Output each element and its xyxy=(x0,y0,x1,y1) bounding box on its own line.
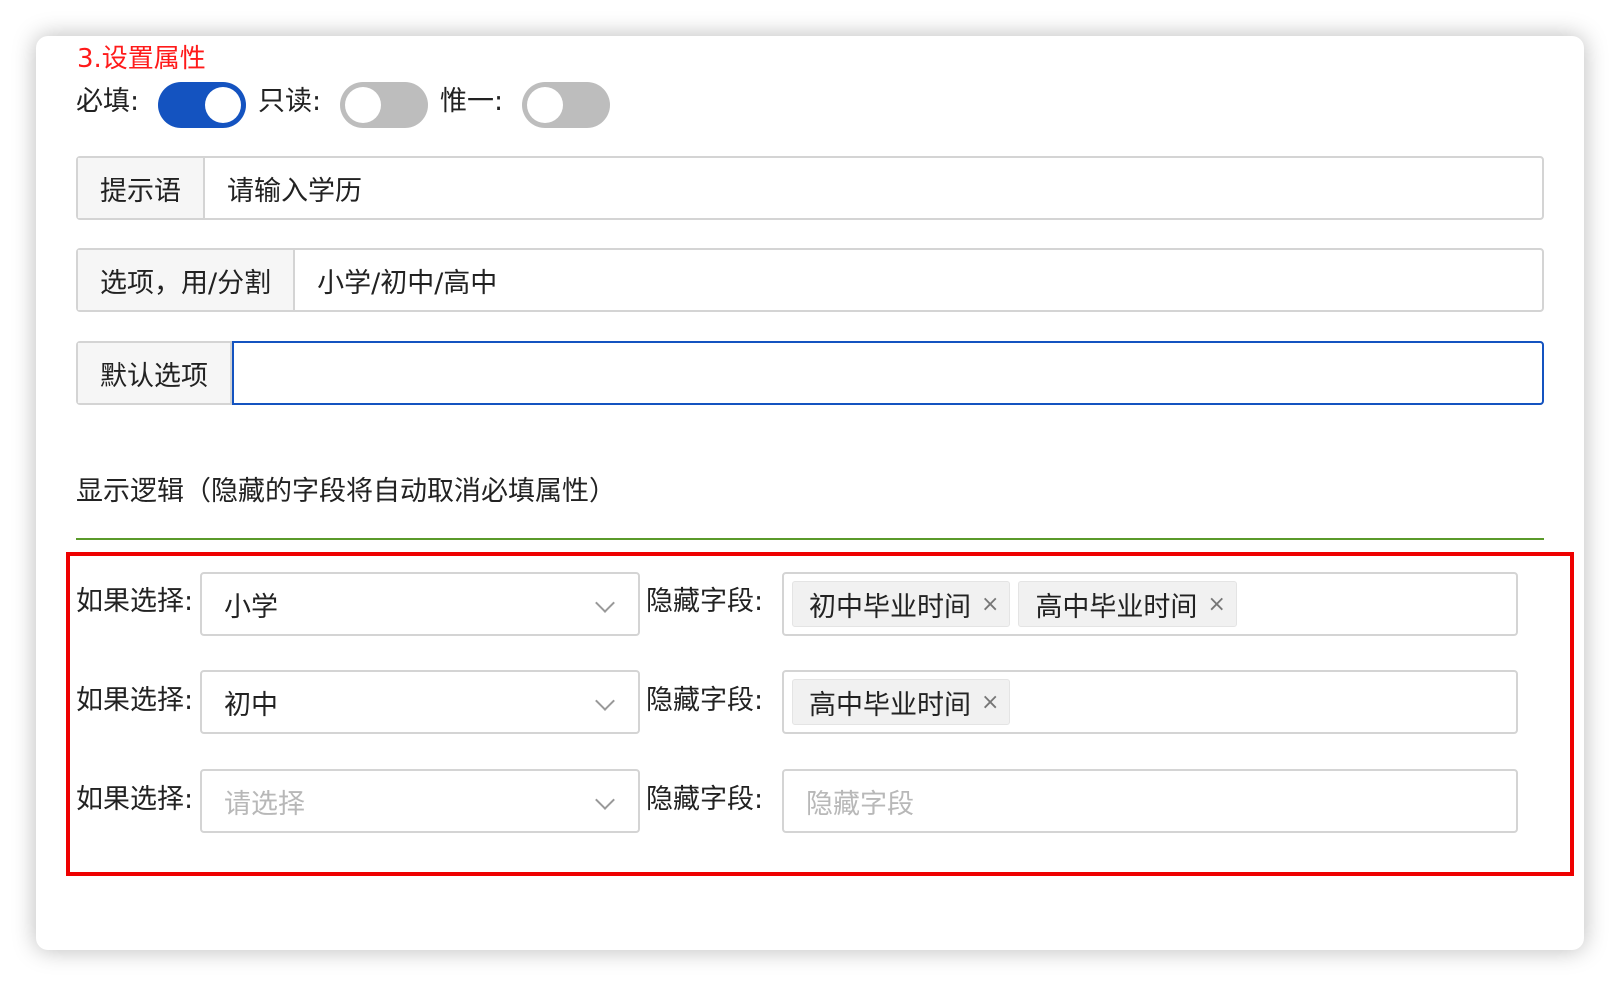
rule-select-value: 小学 xyxy=(224,591,278,623)
chevron-down-icon xyxy=(595,691,615,711)
close-icon[interactable]: × xyxy=(981,592,999,617)
readonly-label: 只读: xyxy=(258,86,322,117)
options-input[interactable]: 小学/初中/高中 xyxy=(295,250,1542,310)
rule-select-value: 初中 xyxy=(224,689,278,721)
rule-hide-label: 隐藏字段: xyxy=(646,784,764,815)
rule-select[interactable]: 初中 xyxy=(200,670,640,734)
hidden-fields-select[interactable]: 初中毕业时间 × 高中毕业时间 × xyxy=(782,572,1518,636)
rule-if-label: 如果选择: xyxy=(76,784,194,815)
close-icon[interactable]: × xyxy=(1207,592,1225,617)
rule-select[interactable]: 请选择 xyxy=(200,769,640,833)
hidden-field-tag: 高中毕业时间 × xyxy=(1018,581,1237,627)
rule-hide-label: 隐藏字段: xyxy=(646,586,764,617)
hidden-fields-placeholder: 隐藏字段 xyxy=(806,788,914,820)
hidden-fields-select[interactable]: 隐藏字段 xyxy=(782,769,1518,833)
section-title: 3.设置属性 xyxy=(77,44,206,74)
rule-hide-label: 隐藏字段: xyxy=(646,685,764,716)
unique-label: 惟一: xyxy=(440,86,504,117)
hidden-fields-select[interactable]: 高中毕业时间 × xyxy=(782,670,1518,734)
toggle-knob xyxy=(527,87,563,123)
options-label: 选项，用/分割 xyxy=(78,250,296,310)
options-field-group: 选项，用/分割 小学/初中/高中 xyxy=(76,248,1544,312)
rule-select-placeholder: 请选择 xyxy=(224,788,305,820)
toggle-knob xyxy=(205,87,241,123)
rule-if-label: 如果选择: xyxy=(76,685,194,716)
required-toggle[interactable] xyxy=(158,82,246,128)
close-icon[interactable]: × xyxy=(981,690,999,715)
tag-label: 初中毕业时间 xyxy=(809,591,971,623)
divider xyxy=(76,538,1544,540)
prompt-field-group: 提示语 请输入学历 xyxy=(76,156,1544,220)
chevron-down-icon xyxy=(595,790,615,810)
rule-select[interactable]: 小学 xyxy=(200,572,640,636)
prompt-input[interactable]: 请输入学历 xyxy=(205,158,1542,218)
unique-toggle[interactable] xyxy=(522,82,610,128)
rule-if-label: 如果选择: xyxy=(76,586,194,617)
chevron-down-icon xyxy=(595,593,615,613)
default-option-label: 默认选项 xyxy=(78,343,232,403)
hidden-field-tag: 初中毕业时间 × xyxy=(792,581,1011,627)
default-option-input[interactable] xyxy=(232,341,1544,405)
tag-label: 高中毕业时间 xyxy=(809,689,971,721)
settings-panel: 3.设置属性 必填: 只读: 惟一: 提示语 请输入学历 选项，用/分割 小学/… xyxy=(36,36,1584,950)
tag-label: 高中毕业时间 xyxy=(1035,591,1198,623)
prompt-label: 提示语 xyxy=(78,158,205,218)
required-label: 必填: xyxy=(76,86,140,117)
default-option-field-group: 默认选项 xyxy=(76,341,1544,405)
hidden-field-tag: 高中毕业时间 × xyxy=(792,679,1011,725)
display-logic-heading: 显示逻辑（隐藏的字段将自动取消必填属性） xyxy=(76,476,616,507)
toggle-knob xyxy=(345,87,381,123)
readonly-toggle[interactable] xyxy=(340,82,428,128)
